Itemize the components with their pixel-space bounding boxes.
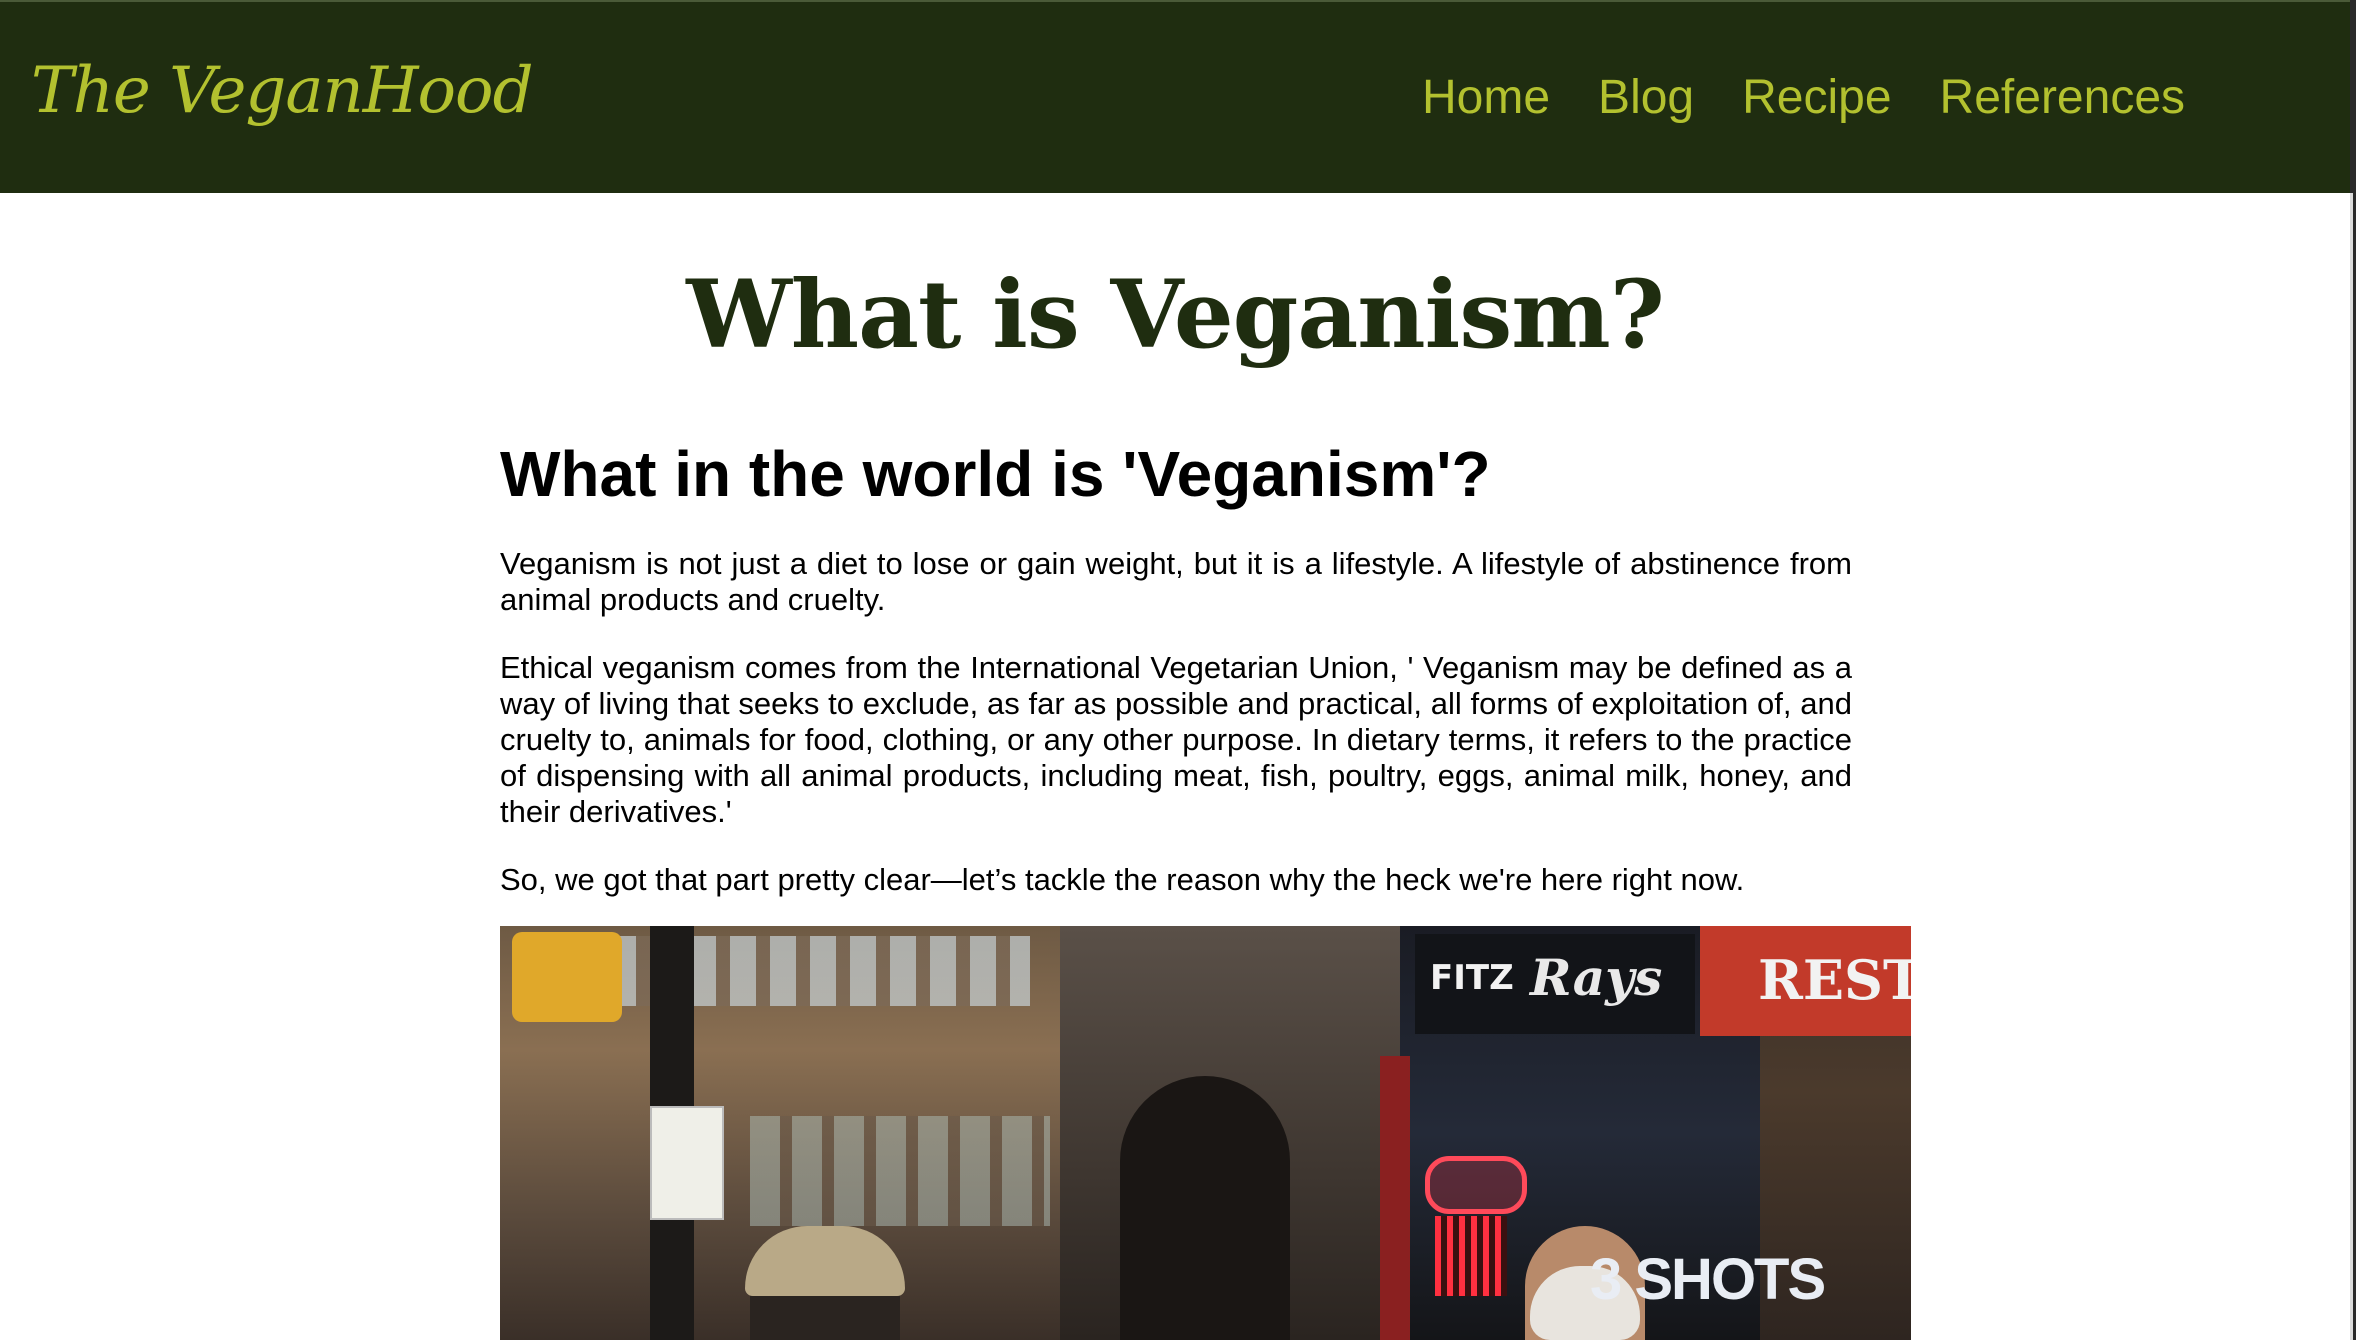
article-paragraph: So, we got that part pretty clear—let’s … xyxy=(500,862,1745,897)
photo-traffic-light xyxy=(512,932,622,1022)
photo-arch-door xyxy=(1120,1076,1290,1340)
photo-street-sign xyxy=(650,1106,724,1220)
photo-sign-restau: RESTAU xyxy=(1758,948,1911,1012)
page: The VeganHood Home Blog Recipe Reference… xyxy=(0,0,2356,1340)
nav-link-references[interactable]: References xyxy=(1940,70,2185,125)
photo-red-wall xyxy=(1380,1056,1410,1340)
photo-windows xyxy=(750,1116,1050,1226)
article-heading: What in the world is 'Veganism'? xyxy=(500,438,1491,510)
photo-neon-sign xyxy=(1435,1216,1507,1296)
scrollbar-track[interactable] xyxy=(2350,193,2353,1340)
article-paragraph: Veganism is not just a diet to lose or g… xyxy=(500,546,1852,617)
page-title: What is Veganism? xyxy=(686,260,1665,370)
site-logo-text[interactable]: The VeganHood xyxy=(31,54,534,128)
photo-sign-rays: Rays xyxy=(1530,948,1663,1007)
photo-sign-shots: 3 SHOTS xyxy=(1590,1247,1826,1312)
photo-sign-fitz: FITZ xyxy=(1430,958,1514,998)
photo-open-neon xyxy=(1425,1156,1527,1214)
nav-link-recipe[interactable]: Recipe xyxy=(1742,70,1891,125)
street-protest-photo: FITZ Rays RESTAU 3 SHOTS xyxy=(500,926,1911,1340)
article-content: What in the world is 'Veganism'? Veganis… xyxy=(500,436,1852,930)
nav-link-home[interactable]: Home xyxy=(1422,70,1550,125)
main-nav: Home Blog Recipe References xyxy=(1422,70,2185,125)
site-header: The VeganHood Home Blog Recipe Reference… xyxy=(0,0,2350,193)
article-paragraph: Ethical veganism comes from the Internat… xyxy=(500,650,1852,829)
nav-link-blog[interactable]: Blog xyxy=(1598,70,1694,125)
